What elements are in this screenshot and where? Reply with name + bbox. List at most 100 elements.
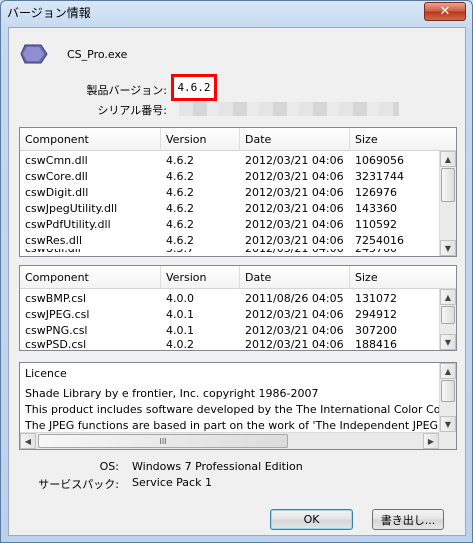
cell-component: cswCmn.dll [25,154,88,167]
cell-date: 2012/03/21 04:06 [245,218,344,231]
cell-version: 4.0.2 [166,339,194,351]
scroll-corner [439,432,456,449]
cell-component: cswJPEG.csl [25,308,90,321]
scroll-thumb[interactable] [441,168,455,202]
cell-component: cswCore.dll [25,170,88,183]
cell-component: cswJpegUtility.dll [25,202,118,215]
cell-version: 4.6.2 [166,202,194,215]
vertical-scrollbar[interactable]: ▲ ▼ [439,151,456,256]
cell-size: 3231744 [355,170,404,183]
close-button[interactable]: ✕ [424,2,466,21]
cell-date: 2012/03/21 04:06 [245,234,344,247]
os-label: OS: [99,460,119,473]
cell-date: 2012/03/21 04:06 [245,308,344,321]
col-date[interactable]: Date [240,266,350,289]
cell-date: 2012/03/21 04:06 [245,154,344,167]
title-bar[interactable]: バージョン情報 ✕ [1,1,472,25]
dialog-content: CS_Pro.exe 製品バージョン: 4.6.2 シリアル番号: Compon… [8,27,466,536]
scroll-left-button[interactable]: ◀ [20,433,36,449]
vertical-scrollbar[interactable]: ▲ ▼ [439,363,456,432]
horizontal-scrollbar[interactable]: ◀ III ▶ [20,432,439,449]
cell-size: 307200 [355,324,397,337]
cell-size: 7254016 [355,234,404,247]
window-title: バージョン情報 [7,6,91,20]
app-icon [20,44,48,64]
table-row[interactable]: cswCmn.dll 4.6.2 2012/03/21 04:06 106905… [20,153,440,169]
table-row[interactable]: cswPdfUtility.dll 4.6.2 2012/03/21 04:06… [20,217,440,233]
table-row[interactable]: cswPSD.csl 4.0.2 2012/03/21 04:06 188416 [20,339,440,351]
scroll-down-button[interactable]: ▼ [440,416,456,432]
col-date[interactable]: Date [240,128,350,151]
table-row[interactable]: cswDigit.dll 4.6.2 2012/03/21 04:06 1269… [20,185,440,201]
cell-version: 4.0.0 [166,292,194,305]
product-version-text: 4.6.2 [177,81,211,94]
cell-version: 4.6.2 [166,186,194,199]
cell-size: 1069056 [355,154,404,167]
licence-line: The JPEG functions are based in part on … [25,419,440,432]
cell-component: cswDigit.dll [25,186,89,199]
table-row[interactable]: cswRes.dll 4.6.2 2012/03/21 04:06 725401… [20,233,440,249]
cell-version: 5.5.7 [166,249,194,257]
cell-component: cswBMP.csl [25,292,87,305]
cell-size: 131072 [355,292,397,305]
table-row-partial[interactable]: cswUtil.dll 5.5.7 2012/03/21 04:06 24576… [20,249,440,257]
product-version-value: 4.6.2 [171,74,217,101]
table-row[interactable]: cswBMP.csl 4.0.0 2011/08/26 04:05 131072 [20,291,440,307]
col-component[interactable]: Component [20,266,161,289]
cell-date: 2012/03/21 04:06 [245,324,344,337]
licence-line: Shade Library by e frontier, Inc. copyri… [25,387,319,400]
cell-component: cswPdfUtility.dll [25,218,111,231]
about-dialog: バージョン情報 ✕ CS_Pro.exe 製品バージョン: 4.6.2 シリアル… [0,0,473,543]
cell-size: 294912 [355,308,397,321]
vertical-scrollbar[interactable]: ▲ ▼ [439,289,456,350]
col-size[interactable]: Size [350,266,458,289]
service-pack-value: Service Pack 1 [132,476,212,489]
cell-component: cswUtil.dll [25,249,81,257]
scroll-up-button[interactable]: ▲ [440,151,456,167]
table-header: Component Version Date Size [20,128,456,151]
components-table-2[interactable]: Component Version Date Size cswBMP.csl 4… [19,265,457,351]
licence-panel[interactable]: Licence Shade Library by e frontier, Inc… [19,362,457,450]
ok-button[interactable]: OK [270,509,353,530]
cell-date: 2012/03/21 04:06 [245,170,344,183]
col-component[interactable]: Component [20,128,161,151]
scroll-up-button[interactable]: ▲ [440,363,456,379]
scroll-down-button[interactable]: ▼ [440,240,456,256]
service-pack-label: サービスパック: [38,478,119,491]
cell-version: 4.0.1 [166,308,194,321]
os-value: Windows 7 Professional Edition [132,460,303,473]
licence-header: Licence [25,367,67,380]
col-size[interactable]: Size [350,128,458,151]
cell-size: 143360 [355,202,397,215]
cell-date: 2011/08/26 04:05 [245,292,344,305]
cell-component: cswPSD.csl [25,339,87,351]
scroll-thumb[interactable] [441,380,455,402]
scroll-grip: III [159,436,167,446]
col-version[interactable]: Version [161,266,240,289]
cell-version: 4.6.2 [166,154,194,167]
cell-size: 110592 [355,218,397,231]
scroll-right-button[interactable]: ▶ [423,433,439,449]
export-button[interactable]: 書き出し... [372,509,444,530]
cell-version: 4.6.2 [166,218,194,231]
cell-date: 2012/03/21 04:06 [245,186,344,199]
table-header: Component Version Date Size [20,266,456,289]
serial-number-obscured [179,102,399,116]
scroll-thumb[interactable]: III [38,434,288,448]
table-row[interactable]: cswJPEG.csl 4.0.1 2012/03/21 04:06 29491… [20,307,440,323]
table-row[interactable]: cswJpegUtility.dll 4.6.2 2012/03/21 04:0… [20,201,440,217]
components-table-1[interactable]: Component Version Date Size cswCmn.dll 4… [19,127,457,257]
cell-size: 245760 [355,249,397,257]
cell-version: 4.0.1 [166,324,194,337]
cell-version: 4.6.2 [166,234,194,247]
table-row[interactable]: cswCore.dll 4.6.2 2012/03/21 04:06 32317… [20,169,440,185]
scroll-up-button[interactable]: ▲ [440,289,456,305]
scroll-thumb[interactable] [441,306,455,324]
col-version[interactable]: Version [161,128,240,151]
scroll-down-button[interactable]: ▼ [440,334,456,350]
table-row[interactable]: cswPNG.csl 4.0.1 2012/03/21 04:06 307200 [20,323,440,339]
cell-version: 4.6.2 [166,170,194,183]
serial-number-label: シリアル番号: [97,104,167,117]
licence-line: This product includes software developed… [25,403,440,416]
cell-date: 2012/03/21 04:06 [245,202,344,215]
